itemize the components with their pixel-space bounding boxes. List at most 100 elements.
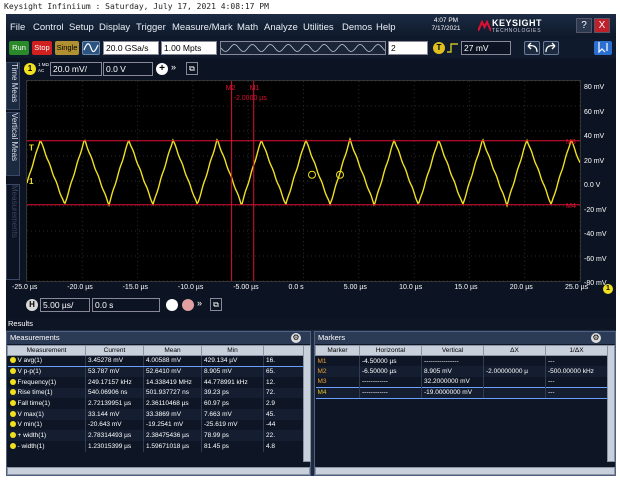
markers-vscroll[interactable] bbox=[607, 345, 615, 462]
acquisition-overview[interactable] bbox=[220, 41, 386, 55]
table-row[interactable]: + width(1) 2.78314493 µs 2.38475436 µs 78.9… bbox=[7, 430, 304, 441]
touch-mode-button[interactable] bbox=[594, 41, 612, 55]
table-row[interactable]: V p-p(1) 53.787 mV 52.6410 mV 8.905 mV 65. bbox=[7, 366, 304, 377]
markers-hscroll[interactable] bbox=[315, 467, 615, 475]
stop-button[interactable]: Stop bbox=[32, 41, 52, 55]
coupling-mode: AC bbox=[38, 68, 45, 73]
table-row[interactable]: V avg(1) 3.45278 mV 4.00588 mV 429.134 µV 16… bbox=[7, 355, 304, 367]
measurements-settings-icon[interactable]: ⚙ bbox=[291, 333, 301, 343]
menu-trigger[interactable]: Trigger bbox=[136, 22, 166, 33]
tab-measurements-label: Measurements bbox=[10, 185, 19, 238]
menu-measure-mark[interactable]: Measure/Mark bbox=[172, 22, 233, 33]
cell-text: ------------ bbox=[362, 378, 388, 386]
keysight-logo: KEYSIGHT TECHNOLOGIES bbox=[478, 17, 568, 35]
channel-coupling[interactable]: 1 MΩ AC bbox=[38, 62, 49, 74]
table-cell: M1 bbox=[315, 355, 360, 367]
tab-measurements[interactable]: Measurements bbox=[6, 184, 20, 280]
trigger-level-marker: T bbox=[29, 143, 34, 152]
trigger-edge-icon[interactable] bbox=[447, 43, 459, 53]
expand-icon[interactable]: » bbox=[171, 62, 176, 72]
redo-button[interactable] bbox=[543, 41, 559, 55]
menu-control[interactable]: Control bbox=[33, 22, 64, 33]
tab-time-meas[interactable]: Time Meas bbox=[6, 62, 20, 110]
channel-1-dot-icon bbox=[9, 442, 16, 449]
memory-depth-field[interactable]: 1.00 Mpts bbox=[161, 41, 217, 55]
cell-text: -25.619 mV bbox=[204, 421, 238, 429]
cell-text: 4.8 bbox=[266, 442, 276, 450]
column-header[interactable]: 1/ΔX bbox=[545, 345, 608, 356]
menu-utilities[interactable]: Utilities bbox=[303, 22, 334, 33]
undo-button[interactable] bbox=[524, 41, 540, 55]
horizontal-badge[interactable]: H bbox=[26, 299, 38, 311]
menu-help[interactable]: Help bbox=[376, 22, 396, 33]
table-row[interactable]: M4 ------------ -19.0000000 mV --- bbox=[315, 387, 608, 399]
record-icon[interactable] bbox=[182, 299, 194, 311]
measurements-hscroll[interactable] bbox=[7, 467, 310, 475]
measurements-vscroll[interactable] bbox=[303, 345, 311, 462]
table-row[interactable]: M2 -6.50000 µs 8.905 mV -2.00000000 µ -500.0… bbox=[315, 366, 608, 377]
horizontal-settings-icon[interactable]: ⧉ bbox=[210, 298, 222, 311]
column-header[interactable]: Vertical bbox=[421, 345, 484, 356]
zoom-icon[interactable] bbox=[166, 299, 178, 311]
column-header[interactable]: ΔX bbox=[483, 345, 546, 356]
trigger-level-field[interactable]: 27 mV bbox=[461, 41, 511, 55]
marker-label: -2.0000 µs bbox=[234, 95, 268, 102]
table-cell bbox=[483, 387, 546, 399]
results-title: Results bbox=[6, 318, 616, 330]
help-button[interactable]: ? bbox=[576, 18, 592, 33]
column-header[interactable]: Min bbox=[201, 345, 264, 356]
channel-offset-field[interactable]: 0.0 V bbox=[103, 62, 153, 76]
cell-text: 7.663 mV bbox=[204, 410, 232, 418]
column-header[interactable]: Current bbox=[85, 345, 144, 356]
add-channel-icon[interactable]: + bbox=[156, 63, 168, 75]
table-cell: 2.9 bbox=[263, 398, 304, 409]
table-row[interactable]: Fall time(1) 2.72139951 µs 2.36110468 µs 60… bbox=[7, 398, 304, 409]
undo-icon bbox=[527, 42, 538, 53]
table-row[interactable]: Rise time(1) 540.06906 ns 501.937727 ns 39.… bbox=[7, 387, 304, 399]
table-row[interactable]: M1 -4.50000 µs ---------------- --- bbox=[315, 355, 608, 367]
table-row[interactable]: M3 ------------ 32.2000000 mV --- bbox=[315, 376, 608, 388]
sample-rate-field[interactable]: 20.0 GSa/s bbox=[103, 41, 159, 55]
column-header[interactable]: Mean bbox=[143, 345, 202, 356]
table-cell: 8.905 mV bbox=[421, 366, 484, 377]
run-button[interactable]: Run bbox=[9, 41, 29, 55]
markers-settings-icon[interactable]: ⚙ bbox=[591, 333, 601, 343]
menu-setup[interactable]: Setup bbox=[69, 22, 94, 33]
segment-field[interactable]: 2 bbox=[388, 41, 428, 55]
menu-file[interactable]: File bbox=[10, 22, 25, 33]
redo-icon bbox=[545, 42, 556, 53]
table-row[interactable]: Frequency(1) 249.17157 kHz 14.338419 MHz 44… bbox=[7, 376, 304, 388]
table-row[interactable]: - width(1) 1.23015399 µs 1.59671018 µs 81.4… bbox=[7, 441, 304, 452]
cell-text: 501.937727 ns bbox=[146, 389, 190, 397]
close-button[interactable]: X bbox=[594, 18, 610, 33]
autoscale-button[interactable] bbox=[82, 41, 100, 55]
column-header[interactable] bbox=[263, 345, 304, 356]
column-header[interactable]: Measurement bbox=[7, 345, 86, 356]
table-row[interactable]: V min(1) -20.643 mV -19.2541 mV -25.619 mV -… bbox=[7, 419, 304, 431]
menu-display[interactable]: Display bbox=[99, 22, 130, 33]
horizontal-expand-icon[interactable]: » bbox=[197, 298, 202, 308]
menu-math[interactable]: Math bbox=[237, 22, 258, 33]
table-cell: 44.778991 kHz bbox=[201, 376, 264, 388]
menu-analyze[interactable]: Analyze bbox=[264, 22, 298, 33]
menu-demos[interactable]: Demos bbox=[342, 22, 372, 33]
horizontal-scale-field[interactable]: 5.00 µs/ bbox=[40, 298, 90, 312]
trigger-badge[interactable]: T bbox=[433, 42, 445, 54]
table-cell: V avg(1) bbox=[7, 355, 86, 367]
column-header[interactable]: Marker bbox=[315, 345, 360, 356]
tab-vertical-meas[interactable]: Vertical Meas bbox=[6, 112, 20, 176]
channel-1-badge[interactable]: 1 bbox=[24, 63, 36, 75]
channel-1-waveform bbox=[27, 136, 580, 208]
toolbar: Run Stop Single 20.0 GSa/s 1.00 Mpts 2 T… bbox=[6, 38, 616, 58]
channel-scale-field[interactable]: 20.0 mV/ bbox=[50, 62, 102, 76]
channel-1-dot-icon bbox=[9, 357, 16, 364]
column-header[interactable]: Horizontal bbox=[359, 345, 422, 356]
waveform-display[interactable]: M2 M1 -2.0000 µs M3 M4 1 T bbox=[26, 80, 581, 282]
table-cell: 4.00588 mV bbox=[143, 355, 202, 367]
channel-settings-icon[interactable]: ⧉ bbox=[186, 62, 198, 75]
horizontal-position-field[interactable]: 0.0 s bbox=[92, 298, 160, 312]
cell-text: V avg(1) bbox=[17, 357, 43, 365]
table-row[interactable]: V max(1) 33.144 mV 33.3869 mV 7.663 mV 45. bbox=[7, 408, 304, 420]
table-cell: 2.78314493 µs bbox=[85, 430, 144, 441]
single-button[interactable]: Single bbox=[55, 41, 79, 55]
